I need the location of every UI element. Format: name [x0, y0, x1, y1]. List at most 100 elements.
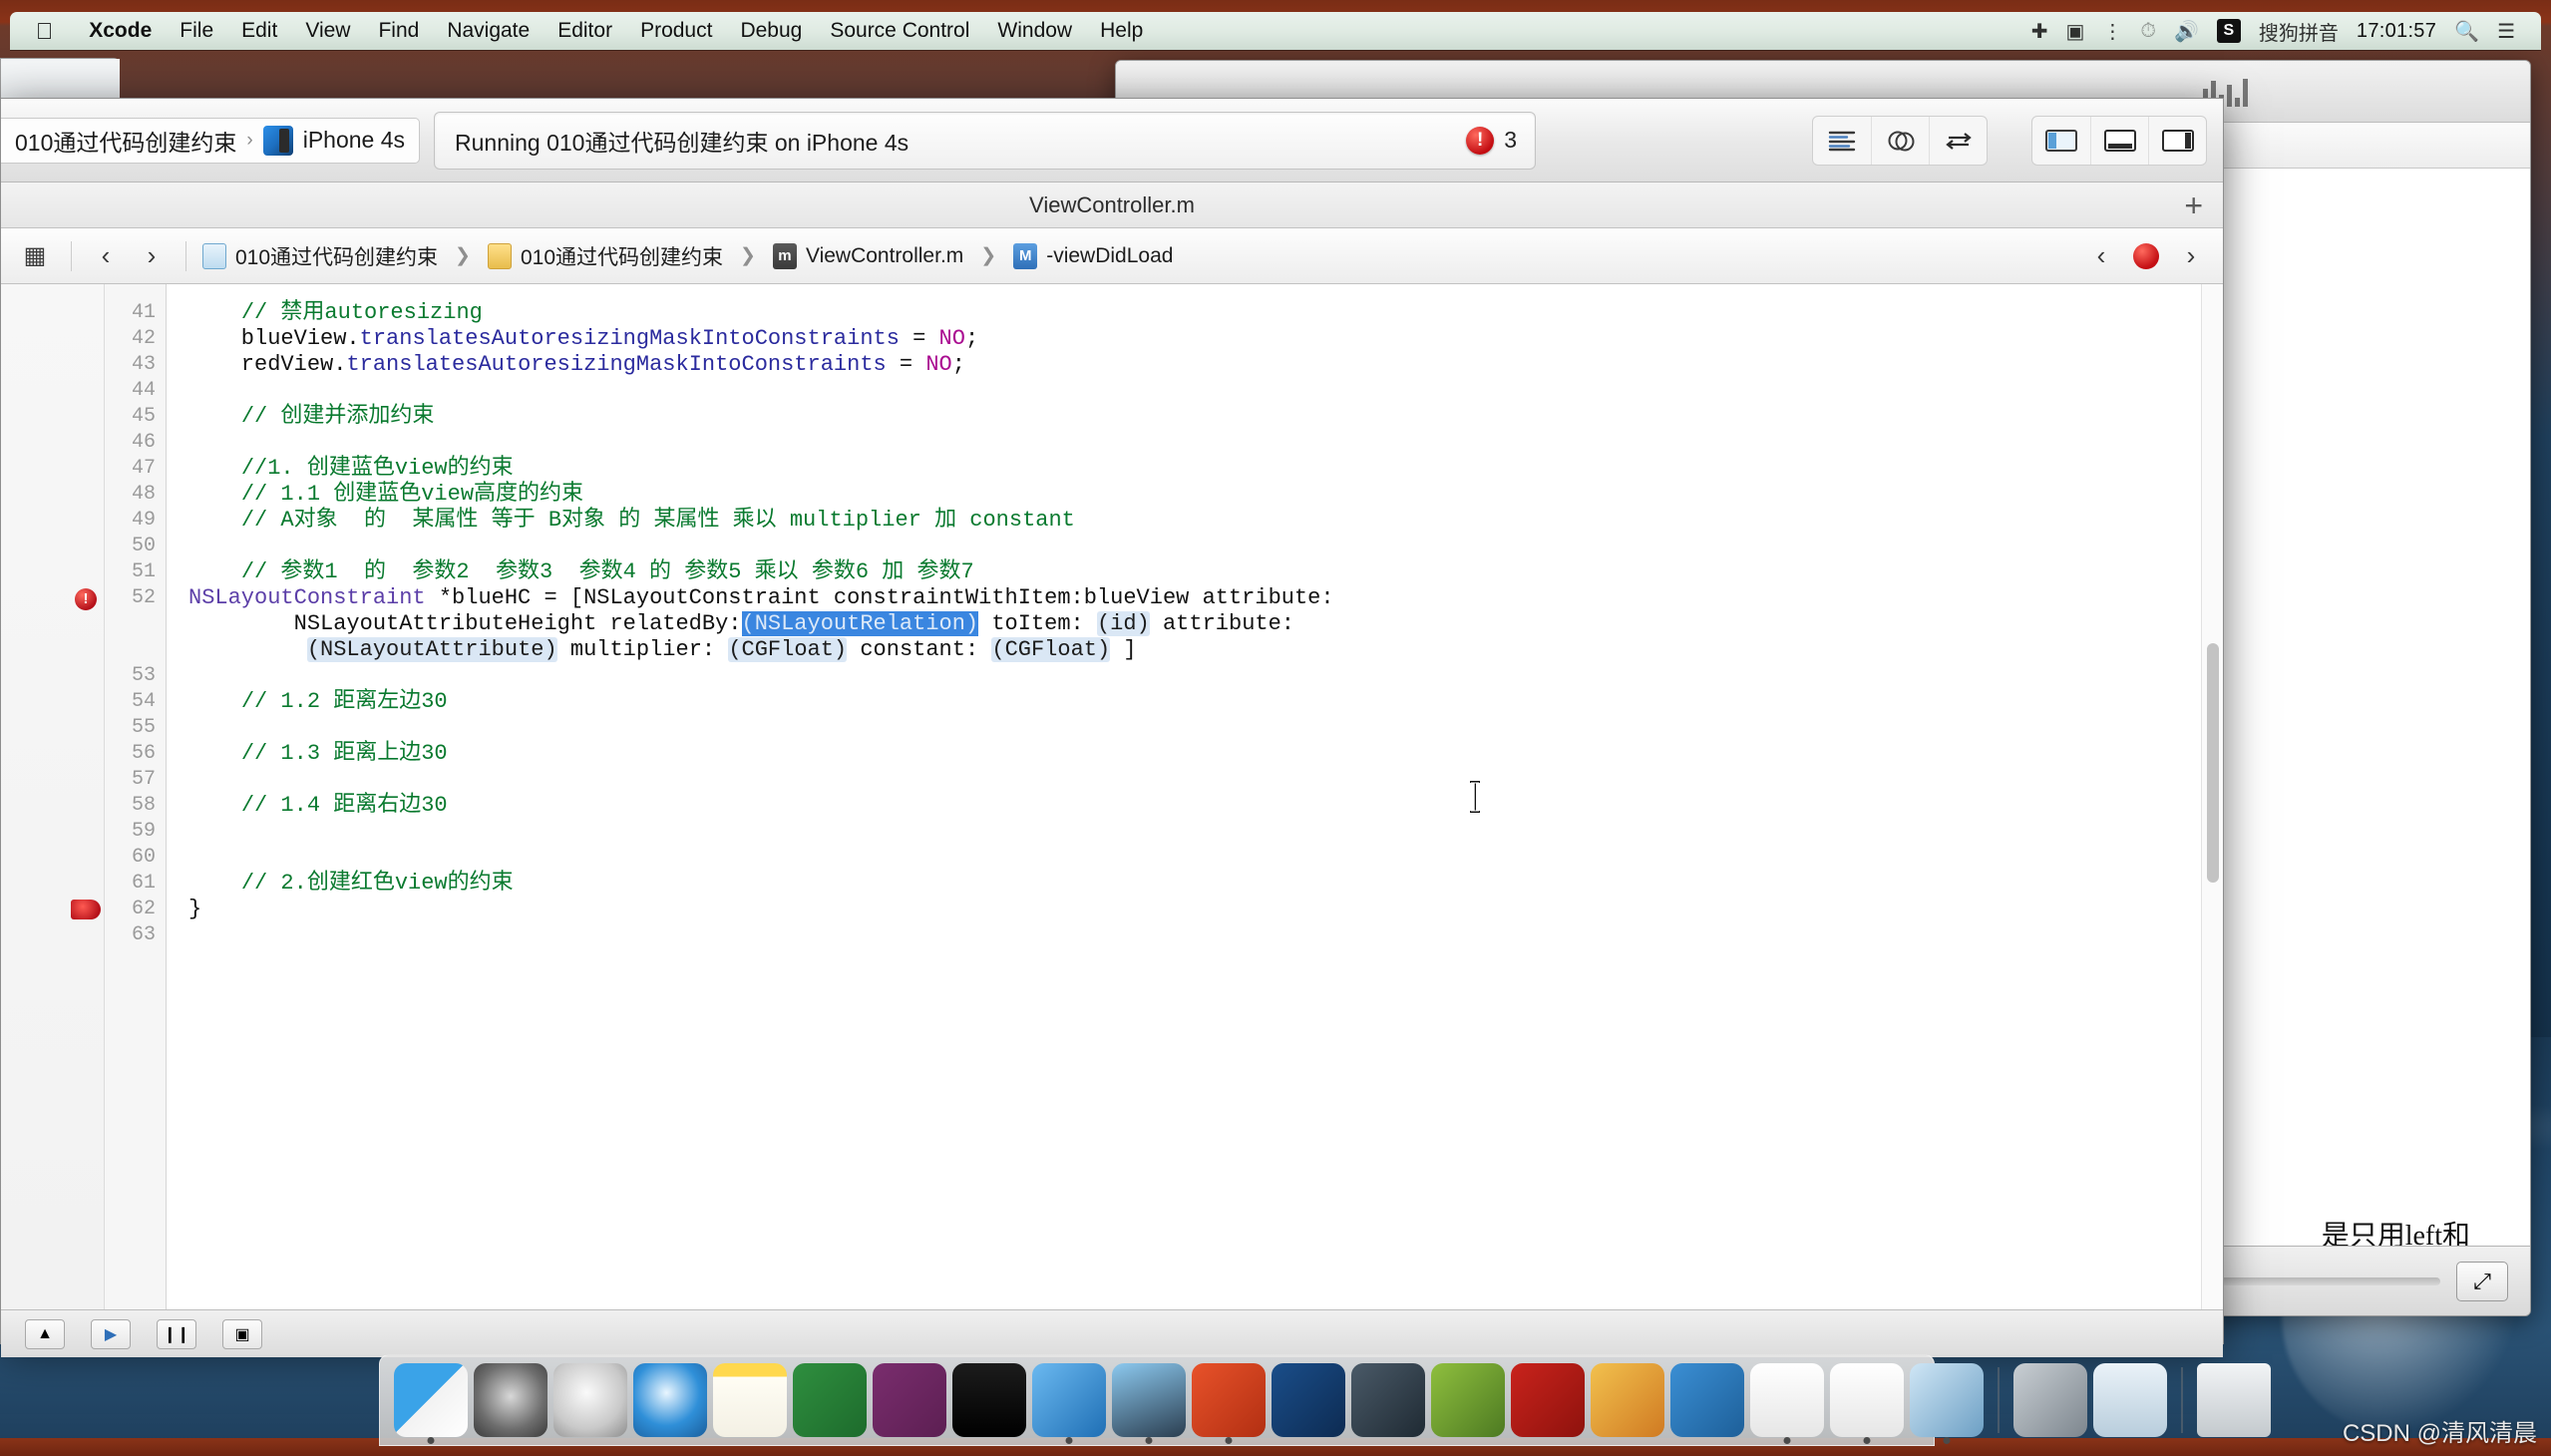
code-line[interactable]: NSLayoutConstraint *blueHC = [NSLayoutCo… — [188, 585, 2201, 611]
code-line[interactable]: // 1.1 创建蓝色view高度的约束 — [188, 482, 2201, 508]
stack-icon[interactable]: ▣ — [222, 1319, 262, 1349]
search-icon[interactable]: 🔍 — [2454, 19, 2479, 44]
issue-summary[interactable]: ! 3 — [1466, 127, 1517, 155]
bluetooth-icon[interactable]: ✚ — [2031, 19, 2048, 44]
placeholder-token[interactable]: (NSLayoutAttribute) — [307, 637, 557, 662]
code-line[interactable] — [188, 845, 2201, 871]
pause-icon[interactable]: ❙❙ — [157, 1319, 196, 1349]
line-number[interactable]: 48 — [105, 482, 166, 508]
excel-icon[interactable] — [793, 1363, 867, 1437]
word-icon[interactable] — [1670, 1363, 1744, 1437]
menu-item-find[interactable]: Find — [364, 19, 433, 43]
code-line[interactable]: // A对象 的 某属性 等于 B对象 的 某属性 乘以 multiplier … — [188, 508, 2201, 534]
movist-icon[interactable] — [1351, 1363, 1425, 1437]
terminal-icon[interactable] — [952, 1363, 1026, 1437]
code-line[interactable]: // 1.4 距离右边30 — [188, 793, 2201, 819]
menu-item-edit[interactable]: Edit — [227, 19, 291, 43]
code-line[interactable]: blueView.translatesAutoresizingMaskIntoC… — [188, 326, 2201, 352]
assistant-editor-icon[interactable] — [1871, 117, 1929, 165]
launchpad-icon[interactable] — [553, 1363, 627, 1437]
line-number[interactable]: 52 — [105, 585, 166, 611]
line-number[interactable]: 58 — [105, 793, 166, 819]
time-machine-icon[interactable]: ⏱ — [2140, 20, 2156, 43]
code-line[interactable]: // 禁用autoresizing — [188, 300, 2201, 326]
safari-icon[interactable] — [633, 1363, 707, 1437]
code-line[interactable]: // 2.创建红色view的约束 — [188, 871, 2201, 897]
menu-item-xcode[interactable]: Xcode — [75, 19, 166, 43]
code-line[interactable]: (NSLayoutAttribute) multiplier: (CGFloat… — [188, 637, 2201, 663]
code-line[interactable] — [188, 663, 2201, 689]
code-content[interactable]: // 禁用autoresizing blueView.translatesAut… — [167, 284, 2201, 1309]
breadcrumb-item-method[interactable]: -viewDidLoad — [1046, 244, 1173, 268]
line-number[interactable]: 57 — [105, 767, 166, 793]
code-line[interactable] — [188, 430, 2201, 456]
code-line[interactable] — [188, 819, 2201, 845]
step-over-icon[interactable]: ▶ — [91, 1319, 131, 1349]
line-number[interactable]: 51 — [105, 559, 166, 585]
pages-icon[interactable] — [1750, 1363, 1824, 1437]
code-line[interactable] — [188, 715, 2201, 741]
evernote-icon[interactable] — [1431, 1363, 1505, 1437]
menu-item-help[interactable]: Help — [1086, 19, 1157, 43]
menu-bar-clock[interactable]: 17:01:57 — [2357, 20, 2436, 43]
snip-icon[interactable] — [1272, 1363, 1345, 1437]
menu-item-view[interactable]: View — [291, 19, 364, 43]
code-line[interactable] — [188, 922, 2201, 948]
line-number[interactable]: 53 — [105, 663, 166, 689]
finder-icon[interactable] — [394, 1363, 468, 1437]
line-number[interactable]: 41 — [105, 300, 166, 326]
chevron-left-icon[interactable]: ‹ — [88, 240, 124, 271]
downloads-stack-icon[interactable] — [2093, 1363, 2167, 1437]
placeholder-token[interactable]: (id) — [1097, 611, 1150, 636]
menu-item-editor[interactable]: Editor — [544, 19, 626, 43]
menu-item-file[interactable]: File — [166, 19, 227, 43]
notes-icon[interactable] — [713, 1363, 787, 1437]
menu-item-product[interactable]: Product — [626, 19, 726, 43]
scrollbar-thumb[interactable] — [2207, 643, 2219, 883]
screen-sharing-icon[interactable] — [2013, 1363, 2087, 1437]
volume-icon[interactable]: 🔊 — [2174, 19, 2199, 44]
line-number[interactable]: 59 — [105, 819, 166, 845]
trash-icon[interactable] — [2197, 1363, 2271, 1437]
line-number[interactable]: 46 — [105, 430, 166, 456]
apple-logo-icon[interactable]:  — [36, 20, 53, 43]
code-line[interactable]: } — [188, 897, 2201, 922]
related-items-icon[interactable]: ▦ — [15, 241, 55, 270]
airplay-icon[interactable]: ⋮ — [2102, 19, 2122, 44]
line-number[interactable]: 44 — [105, 378, 166, 404]
line-number[interactable]: 43 — [105, 352, 166, 378]
parallels-icon[interactable] — [1192, 1363, 1266, 1437]
onenote-icon[interactable] — [873, 1363, 946, 1437]
menu-item-window[interactable]: Window — [983, 19, 1086, 43]
keynote-icon[interactable] — [1830, 1363, 1904, 1437]
code-line[interactable] — [188, 767, 2201, 793]
standard-editor-icon[interactable] — [1813, 117, 1871, 165]
line-number[interactable]: 60 — [105, 845, 166, 871]
system-preferences-icon[interactable] — [474, 1363, 547, 1437]
notification-center-icon[interactable]: ☰ — [2497, 19, 2515, 44]
line-number-gutter[interactable]: 4142434445464748495051525354555657585960… — [105, 284, 167, 1309]
fullscreen-icon[interactable]: ⤢ — [2456, 1262, 2508, 1301]
input-method-label[interactable]: 搜狗拼音 — [2259, 17, 2339, 46]
menu-item-navigate[interactable]: Navigate — [433, 19, 544, 43]
code-line[interactable]: // 1.2 距离左边30 — [188, 689, 2201, 715]
line-number[interactable]: 42 — [105, 326, 166, 352]
error-marker-icon[interactable] — [75, 588, 97, 610]
code-line[interactable]: // 创建并添加约束 — [188, 404, 2201, 430]
hide-bar-icon[interactable]: ▲ — [25, 1319, 65, 1349]
line-number[interactable]: 63 — [105, 922, 166, 948]
line-number[interactable]: 61 — [105, 871, 166, 897]
simulator-icon[interactable] — [1112, 1363, 1186, 1437]
breadcrumb-item-project[interactable]: 010通过代码创建约束 — [235, 241, 438, 271]
filezilla-icon[interactable] — [1511, 1363, 1585, 1437]
scheme-project-name[interactable]: 010通过代码创建约束 — [15, 124, 236, 158]
toggle-debug-area-icon[interactable] — [2090, 117, 2148, 165]
code-line[interactable]: NSLayoutAttributeHeight relatedBy:(NSLay… — [188, 611, 2201, 637]
breadcrumb-item-group[interactable]: 010通过代码创建约束 — [521, 241, 723, 271]
mac-menu-bar[interactable]:  Xcode File Edit View Find Navigate Edi… — [10, 12, 2541, 50]
line-number[interactable]: 45 — [105, 404, 166, 430]
input-method-icon[interactable]: S — [2217, 19, 2241, 43]
line-number[interactable]: 50 — [105, 534, 166, 559]
version-editor-icon[interactable] — [1929, 117, 1987, 165]
chevron-right-icon[interactable]: › — [134, 240, 170, 271]
